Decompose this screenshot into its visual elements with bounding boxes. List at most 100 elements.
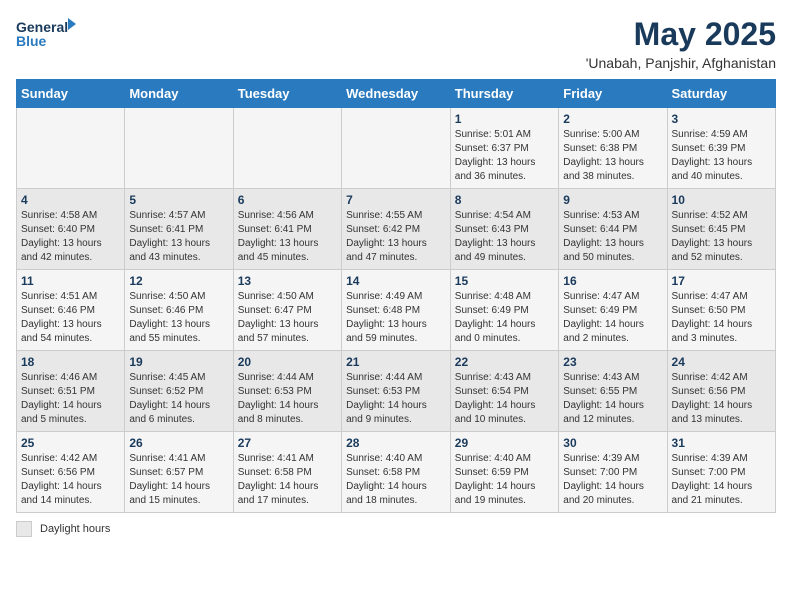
day-number: 8: [455, 193, 554, 207]
day-header-friday: Friday: [559, 80, 667, 108]
daylight-label: Daylight hours: [40, 523, 110, 535]
calendar-cell: 27 Sunrise: 4:41 AM Sunset: 6:58 PM Dayli…: [233, 432, 341, 513]
calendar-cell: 25 Sunrise: 4:42 AM Sunset: 6:56 PM Dayli…: [17, 432, 125, 513]
calendar-cell: 31 Sunrise: 4:39 AM Sunset: 7:00 PM Dayli…: [667, 432, 775, 513]
day-number: 1: [455, 112, 554, 126]
day-number: 21: [346, 355, 446, 369]
day-number: 29: [455, 436, 554, 450]
day-info: Sunrise: 4:46 AM Sunset: 6:51 PM Dayligh…: [21, 371, 120, 427]
title-block: May 2025 'Unabah, Panjshir, Afghanistan: [586, 16, 776, 71]
calendar-cell: 8Sunrise: 4:54 AM Sunset: 6:43 PM Daylig…: [450, 189, 558, 270]
calendar-week-4: 18 Sunrise: 4:46 AM Sunset: 6:51 PM Dayli…: [17, 351, 776, 432]
day-info: Sunrise: 4:44 AM Sunset: 6:53 PM Dayligh…: [238, 371, 337, 427]
day-info: Sunrise: 5:01 AM Sunset: 6:37 PM Dayligh…: [455, 128, 554, 184]
svg-text:Blue: Blue: [16, 33, 47, 49]
day-number: 25: [21, 436, 120, 450]
day-number: 19: [129, 355, 228, 369]
calendar-cell: 15 Sunrise: 4:48 AM Sunset: 6:49 PM Dayli…: [450, 270, 558, 351]
day-number: 11: [21, 274, 120, 288]
day-info: Sunrise: 4:40 AM Sunset: 6:59 PM Dayligh…: [455, 452, 554, 508]
calendar-cell: 13 Sunrise: 4:50 AM Sunset: 6:47 PM Dayli…: [233, 270, 341, 351]
day-number: 7: [346, 193, 446, 207]
day-info: Sunrise: 4:58 AM Sunset: 6:40 PM Dayligh…: [21, 209, 120, 265]
calendar-cell: 20Sunrise: 4:44 AM Sunset: 6:53 PM Dayli…: [233, 351, 341, 432]
day-number: 28: [346, 436, 446, 450]
calendar-cell: 21 Sunrise: 4:44 AM Sunset: 6:53 PM Dayli…: [342, 351, 451, 432]
calendar-cell: 17 Sunrise: 4:47 AM Sunset: 6:50 PM Dayli…: [667, 270, 775, 351]
calendar-cell: 16 Sunrise: 4:47 AM Sunset: 6:49 PM Dayli…: [559, 270, 667, 351]
day-number: 9: [563, 193, 662, 207]
day-info: Sunrise: 4:42 AM Sunset: 6:56 PM Dayligh…: [672, 371, 771, 427]
day-info: Sunrise: 4:41 AM Sunset: 6:58 PM Dayligh…: [238, 452, 337, 508]
day-header-tuesday: Tuesday: [233, 80, 341, 108]
day-number: 31: [672, 436, 771, 450]
calendar-cell: [233, 108, 341, 189]
day-info: Sunrise: 4:43 AM Sunset: 6:54 PM Dayligh…: [455, 371, 554, 427]
day-info: Sunrise: 4:50 AM Sunset: 6:46 PM Dayligh…: [129, 290, 228, 346]
day-number: 27: [238, 436, 337, 450]
day-number: 15: [455, 274, 554, 288]
day-info: Sunrise: 4:40 AM Sunset: 6:58 PM Dayligh…: [346, 452, 446, 508]
calendar-footer: Daylight hours: [16, 521, 776, 537]
day-number: 17: [672, 274, 771, 288]
calendar-cell: 10Sunrise: 4:52 AM Sunset: 6:45 PM Dayli…: [667, 189, 775, 270]
day-number: 26: [129, 436, 228, 450]
day-number: 24: [672, 355, 771, 369]
calendar-cell: 24 Sunrise: 4:42 AM Sunset: 6:56 PM Dayli…: [667, 351, 775, 432]
day-info: Sunrise: 4:51 AM Sunset: 6:46 PM Dayligh…: [21, 290, 120, 346]
calendar-cell: [125, 108, 233, 189]
day-number: 16: [563, 274, 662, 288]
calendar-cell: 3 Sunrise: 4:59 AM Sunset: 6:39 PM Daylig…: [667, 108, 775, 189]
day-info: Sunrise: 4:55 AM Sunset: 6:42 PM Dayligh…: [346, 209, 446, 265]
day-header-monday: Monday: [125, 80, 233, 108]
day-number: 6: [238, 193, 337, 207]
day-number: 13: [238, 274, 337, 288]
day-header-wednesday: Wednesday: [342, 80, 451, 108]
page-title: May 2025: [586, 16, 776, 53]
calendar-week-1: 1 Sunrise: 5:01 AM Sunset: 6:37 PM Daylig…: [17, 108, 776, 189]
day-info: Sunrise: 4:41 AM Sunset: 6:57 PM Dayligh…: [129, 452, 228, 508]
day-info: Sunrise: 4:52 AM Sunset: 6:45 PM Dayligh…: [672, 209, 771, 265]
calendar-cell: 6Sunrise: 4:56 AM Sunset: 6:41 PM Daylig…: [233, 189, 341, 270]
day-info: Sunrise: 4:49 AM Sunset: 6:48 PM Dayligh…: [346, 290, 446, 346]
day-number: 3: [672, 112, 771, 126]
calendar-cell: 26 Sunrise: 4:41 AM Sunset: 6:57 PM Dayli…: [125, 432, 233, 513]
day-info: Sunrise: 4:50 AM Sunset: 6:47 PM Dayligh…: [238, 290, 337, 346]
calendar-cell: 11 Sunrise: 4:51 AM Sunset: 6:46 PM Dayli…: [17, 270, 125, 351]
calendar-cell: 18 Sunrise: 4:46 AM Sunset: 6:51 PM Dayli…: [17, 351, 125, 432]
day-info: Sunrise: 4:48 AM Sunset: 6:49 PM Dayligh…: [455, 290, 554, 346]
calendar-cell: 4Sunrise: 4:58 AM Sunset: 6:40 PM Daylig…: [17, 189, 125, 270]
calendar-cell: 28 Sunrise: 4:40 AM Sunset: 6:58 PM Dayli…: [342, 432, 451, 513]
day-info: Sunrise: 4:39 AM Sunset: 7:00 PM Dayligh…: [672, 452, 771, 508]
day-number: 12: [129, 274, 228, 288]
day-info: Sunrise: 4:45 AM Sunset: 6:52 PM Dayligh…: [129, 371, 228, 427]
calendar-cell: 23 Sunrise: 4:43 AM Sunset: 6:55 PM Dayli…: [559, 351, 667, 432]
day-info: Sunrise: 4:44 AM Sunset: 6:53 PM Dayligh…: [346, 371, 446, 427]
day-info: Sunrise: 4:59 AM Sunset: 6:39 PM Dayligh…: [672, 128, 771, 184]
day-number: 30: [563, 436, 662, 450]
calendar-cell: 29 Sunrise: 4:40 AM Sunset: 6:59 PM Dayli…: [450, 432, 558, 513]
calendar-week-5: 25 Sunrise: 4:42 AM Sunset: 6:56 PM Dayli…: [17, 432, 776, 513]
day-info: Sunrise: 4:47 AM Sunset: 6:49 PM Dayligh…: [563, 290, 662, 346]
day-info: Sunrise: 4:42 AM Sunset: 6:56 PM Dayligh…: [21, 452, 120, 508]
calendar-week-3: 11 Sunrise: 4:51 AM Sunset: 6:46 PM Dayli…: [17, 270, 776, 351]
page-header: GeneralBlue May 2025 'Unabah, Panjshir, …: [16, 16, 776, 71]
calendar-cell: 5Sunrise: 4:57 AM Sunset: 6:41 PM Daylig…: [125, 189, 233, 270]
day-number: 18: [21, 355, 120, 369]
calendar-cell: [17, 108, 125, 189]
daylight-legend-box: [16, 521, 32, 537]
day-info: Sunrise: 4:47 AM Sunset: 6:50 PM Dayligh…: [672, 290, 771, 346]
day-number: 2: [563, 112, 662, 126]
day-info: Sunrise: 4:53 AM Sunset: 6:44 PM Dayligh…: [563, 209, 662, 265]
day-number: 14: [346, 274, 446, 288]
day-header-saturday: Saturday: [667, 80, 775, 108]
day-header-thursday: Thursday: [450, 80, 558, 108]
day-info: Sunrise: 4:43 AM Sunset: 6:55 PM Dayligh…: [563, 371, 662, 427]
logo: GeneralBlue: [16, 16, 76, 51]
header-row: SundayMondayTuesdayWednesdayThursdayFrid…: [17, 80, 776, 108]
calendar-cell: 19 Sunrise: 4:45 AM Sunset: 6:52 PM Dayli…: [125, 351, 233, 432]
day-number: 5: [129, 193, 228, 207]
calendar-week-2: 4Sunrise: 4:58 AM Sunset: 6:40 PM Daylig…: [17, 189, 776, 270]
day-number: 23: [563, 355, 662, 369]
calendar-cell: 9 Sunrise: 4:53 AM Sunset: 6:44 PM Daylig…: [559, 189, 667, 270]
